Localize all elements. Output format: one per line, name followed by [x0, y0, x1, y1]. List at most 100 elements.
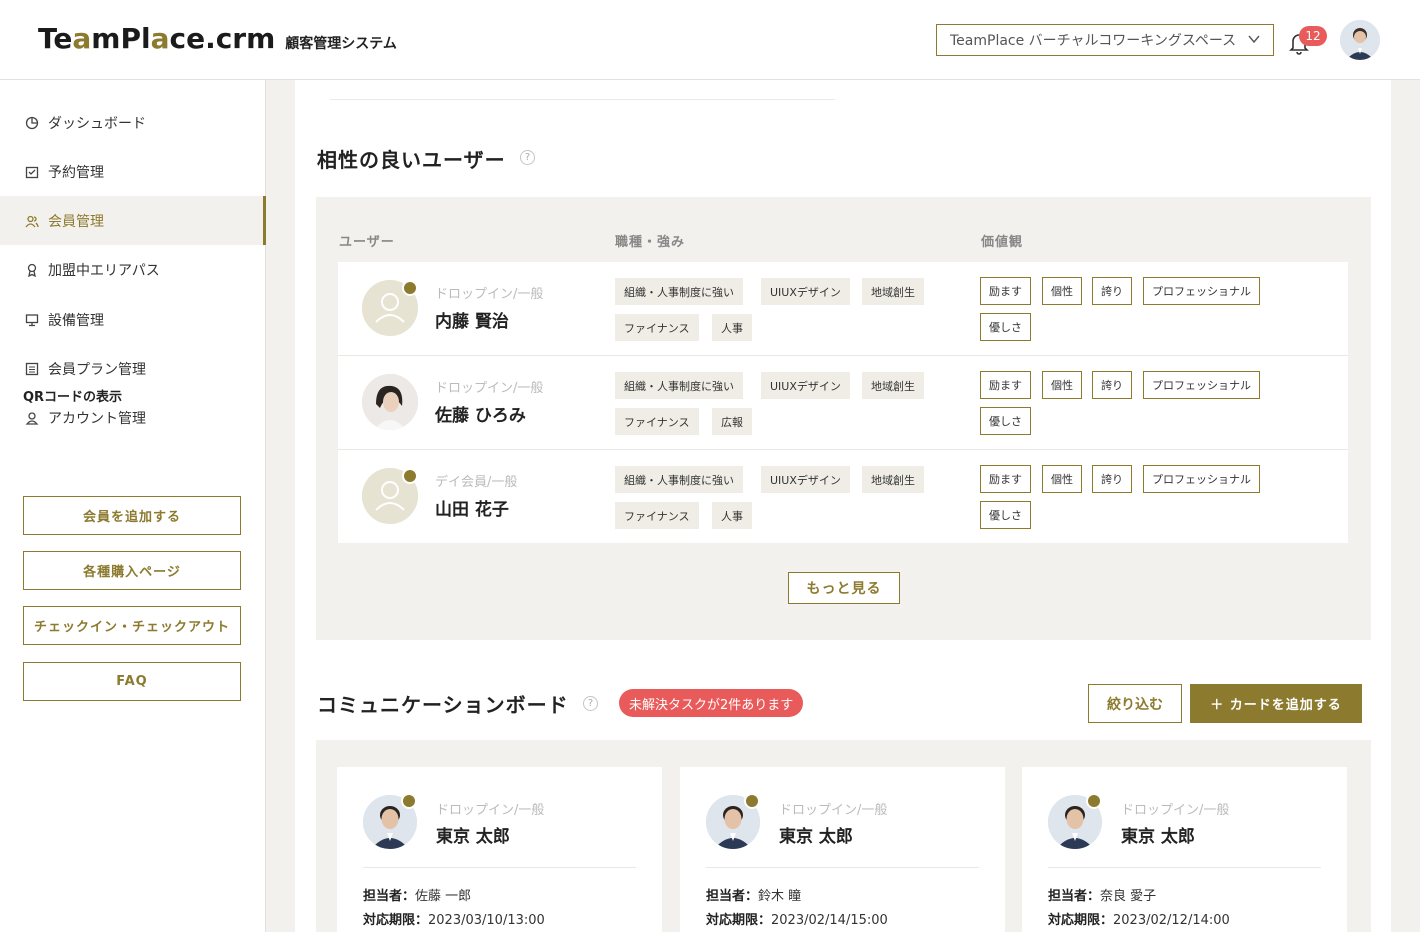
- workspace-select[interactable]: TeamPlace バーチャルコワーキングスペース: [936, 24, 1274, 56]
- chevron-down-icon: [1247, 32, 1261, 50]
- card-name: 東京 太郎: [779, 827, 853, 847]
- value-tag: プロフェッショナル: [1143, 465, 1260, 493]
- purchase-pages-button[interactable]: 各種購入ページ: [23, 551, 241, 590]
- skill-tag: 地域創生: [862, 466, 924, 493]
- logo-wordmark: TeamPlace.crm: [38, 22, 276, 55]
- table-row[interactable]: ドロップイン/一般 内藤 賢治: [338, 262, 1348, 356]
- value-tag: 誇り: [1092, 277, 1132, 305]
- value-tag: 個性: [1042, 371, 1082, 399]
- skill-tag: UIUXデザイン: [761, 466, 850, 493]
- skill-tag: UIUXデザイン: [761, 278, 850, 305]
- sidebar-item-members[interactable]: 会員管理: [0, 196, 266, 245]
- card-assignee: 担当者：奈良 愛子: [1048, 889, 1157, 904]
- sidebar-item-area-pass[interactable]: 加盟中エリアパス: [0, 245, 266, 294]
- card-role: ドロップイン/一般: [1121, 803, 1230, 818]
- card-name: 東京 太郎: [436, 827, 510, 847]
- account-icon: [24, 410, 40, 426]
- table-row[interactable]: デイ会員/一般 山田 花子: [338, 450, 1348, 543]
- status-dot: [402, 280, 418, 296]
- add-card-button[interactable]: ＋ カードを追加する: [1190, 684, 1362, 723]
- skill-tag: 組織・人事制度に強い: [615, 466, 743, 493]
- card-assignee: 担当者：鈴木 瞳: [706, 889, 802, 904]
- notification-badge: 12: [1299, 26, 1327, 46]
- status-dot: [401, 793, 417, 809]
- status-dot: [1086, 793, 1102, 809]
- sidebar-item-label: アカウント管理: [48, 410, 146, 427]
- sidebar-item-label: ダッシュボード: [48, 115, 146, 132]
- value-tag: 優しさ: [980, 407, 1031, 435]
- filter-button[interactable]: 絞り込む: [1088, 684, 1182, 723]
- user-role: デイ会員/一般: [435, 475, 518, 490]
- card-deadline: 対応期限：2023/03/10/13:00: [363, 913, 545, 928]
- show-more-button[interactable]: もっと見る: [788, 572, 900, 604]
- value-tag: 優しさ: [980, 501, 1031, 529]
- value-tag: 励ます: [980, 371, 1031, 399]
- user-name[interactable]: 内藤 賢治: [435, 307, 509, 332]
- card-name: 東京 太郎: [1121, 827, 1195, 847]
- user-role: ドロップイン/一般: [435, 381, 544, 396]
- sidebar-item-label: 加盟中エリアパス: [48, 262, 160, 279]
- value-tag: 優しさ: [980, 313, 1031, 341]
- skill-tag: ファイナンス: [615, 408, 699, 435]
- sidebar-item-facilities[interactable]: 設備管理: [0, 295, 266, 344]
- skill-tag: 組織・人事制度に強い: [615, 372, 743, 399]
- card-divider: [706, 867, 979, 868]
- column-header-skills: 職種・強み: [615, 235, 686, 250]
- value-tag: 個性: [1042, 465, 1082, 493]
- card-assignee: 担当者：佐藤 一郎: [363, 889, 472, 904]
- avatar: [362, 374, 418, 430]
- unresolved-tasks-badge[interactable]: 未解決タスクが2件あります: [619, 689, 804, 717]
- column-header-user: ユーザー: [339, 235, 395, 250]
- value-tag: 個性: [1042, 277, 1082, 305]
- column-header-values: 価値観: [981, 235, 1024, 250]
- sidebar-item-label: 会員管理: [48, 213, 104, 230]
- value-tag: 誇り: [1092, 465, 1132, 493]
- user-role: ドロップイン/一般: [435, 287, 544, 302]
- skill-tag: 広報: [712, 408, 752, 435]
- value-tag: プロフェッショナル: [1143, 371, 1260, 399]
- users-icon: [24, 213, 40, 229]
- card-role: ドロップイン/一般: [436, 803, 545, 818]
- monitor-icon: [24, 312, 40, 328]
- skill-tag: 組織・人事制度に強い: [615, 278, 743, 305]
- calendar-check-icon: [24, 164, 40, 180]
- workspace-select-value: TeamPlace バーチャルコワーキングスペース: [950, 33, 1237, 49]
- skill-tag: 人事: [712, 314, 752, 341]
- skill-tag: UIUXデザイン: [761, 372, 850, 399]
- card-divider: [1048, 867, 1321, 868]
- award-icon: [24, 262, 40, 278]
- user-name[interactable]: 佐藤 ひろみ: [435, 401, 526, 426]
- sidebar-item-label: 予約管理: [48, 164, 104, 181]
- card-deadline: 対応期限：2023/02/12/14:00: [1048, 913, 1230, 928]
- sidebar-item-reservations[interactable]: 予約管理: [0, 147, 266, 196]
- list-icon: [24, 361, 40, 377]
- logo[interactable]: TeamPlace.crm 顧客管理システム: [38, 22, 397, 55]
- sidebar-item-dashboard[interactable]: ダッシュボード: [0, 98, 266, 147]
- divider: [330, 99, 835, 100]
- faq-button[interactable]: FAQ: [23, 662, 241, 701]
- checkin-checkout-button[interactable]: チェックイン・チェックアウト: [23, 606, 241, 645]
- sidebar-item-label: 会員プラン管理: [48, 361, 146, 378]
- compat-title: 相性の良いユーザー: [317, 148, 506, 172]
- help-icon[interactable]: ?: [520, 150, 535, 165]
- app-header: TeamPlace.crm 顧客管理システム TeamPlace バーチャルコワ…: [0, 0, 1420, 80]
- pie-chart-icon: [24, 115, 40, 131]
- value-tag: 誇り: [1092, 371, 1132, 399]
- board-card[interactable]: ドロップイン/一般 東京 太郎 担当者：奈良 愛子 対応期限：2023/02/1…: [1022, 767, 1347, 932]
- user-name[interactable]: 山田 花子: [435, 495, 509, 520]
- add-member-button[interactable]: 会員を追加する: [23, 496, 241, 535]
- user-avatar[interactable]: [1340, 20, 1380, 60]
- board-card[interactable]: ドロップイン/一般 東京 太郎 担当者：鈴木 瞳 対応期限：2023/02/14…: [680, 767, 1005, 932]
- sidebar-item-label: 設備管理: [48, 312, 104, 329]
- skill-tag: 地域創生: [862, 372, 924, 399]
- skill-tag: 人事: [712, 502, 752, 529]
- logo-subtitle: 顧客管理システム: [285, 36, 397, 52]
- skill-tag: ファイナンス: [615, 314, 699, 341]
- status-dot: [402, 468, 418, 484]
- help-icon[interactable]: ?: [583, 696, 598, 711]
- card-role: ドロップイン/一般: [779, 803, 888, 818]
- value-tag: 励ます: [980, 465, 1031, 493]
- card-divider: [363, 867, 636, 868]
- board-card[interactable]: ドロップイン/一般 東京 太郎 担当者：佐藤 一郎 対応期限：2023/03/1…: [337, 767, 662, 932]
- table-row[interactable]: ドロップイン/一般 佐藤 ひろみ: [338, 356, 1348, 450]
